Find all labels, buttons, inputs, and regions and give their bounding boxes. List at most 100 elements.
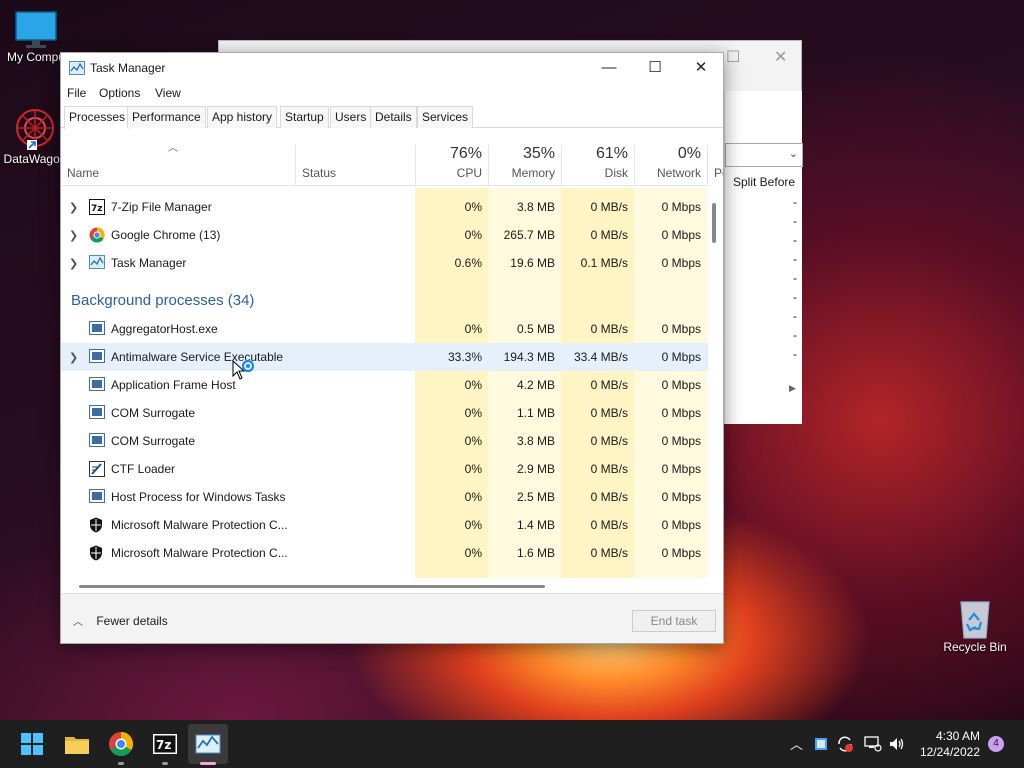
- column-header-power[interactable]: Po: [707, 145, 723, 186]
- background-window-panel: ⌄ Split Before - - - - - - - - - ▶: [724, 91, 803, 424]
- tab-bar: Processes Performance App history Startu…: [61, 106, 723, 129]
- window-app-icon: [89, 349, 105, 363]
- 7zip-running-indicator: [162, 762, 168, 765]
- task-manager-icon: [69, 61, 85, 75]
- close-button[interactable]: ✕: [681, 57, 721, 79]
- process-row[interactable]: Application Frame Host 0% 4.2 MB 0 MB/s …: [61, 371, 708, 399]
- column-header-network[interactable]: 0% Network: [634, 145, 707, 186]
- task-manager-titlebar[interactable]: Task Manager — ☐ ✕: [61, 53, 723, 83]
- process-list: ❯ 7z 7-Zip File Manager 0% 3.8 MB 0 MB/s…: [61, 188, 708, 578]
- tab-users[interactable]: Users: [330, 106, 372, 128]
- memory-total-percent: 35%: [522, 145, 555, 162]
- clock-time: 4:30 AM: [935, 729, 980, 743]
- cell-dash: -: [793, 347, 797, 361]
- process-row[interactable]: AggregatorHost.exe 0% 0.5 MB 0 MB/s 0 Mb…: [61, 315, 708, 343]
- group-header-background: Background processes (34): [71, 292, 255, 309]
- process-row[interactable]: CTF Loader 0% 2.9 MB 0 MB/s 0 Mbps: [61, 455, 708, 483]
- 7zip-icon[interactable]: 7z: [151, 730, 179, 758]
- minimize-button[interactable]: —: [589, 57, 629, 79]
- column-header-cpu[interactable]: 76% CPU: [415, 145, 488, 186]
- tray-app-icon[interactable]: [814, 737, 828, 751]
- menu-options[interactable]: Options: [99, 86, 140, 100]
- show-hidden-icons-icon[interactable]: ︿: [790, 734, 803, 753]
- cell-dash: -: [793, 309, 797, 323]
- column-header-status[interactable]: Status: [295, 145, 415, 186]
- process-row[interactable]: Host Process for Windows Tasks 0% 2.5 MB…: [61, 483, 708, 511]
- background-window-combobox[interactable]: ⌄: [725, 143, 803, 167]
- network-total-percent: 0%: [677, 145, 701, 162]
- chevron-right-icon[interactable]: ❯: [69, 201, 78, 214]
- shield-icon: [90, 545, 102, 561]
- chevron-up-icon: ︿: [73, 617, 83, 628]
- tab-startup[interactable]: Startup: [280, 106, 329, 128]
- disk-total-percent: 61%: [595, 145, 628, 162]
- clock[interactable]: 4:30 AM 12/24/2022: [920, 728, 980, 760]
- chevron-right-icon[interactable]: ❯: [69, 229, 78, 242]
- chevron-right-icon[interactable]: ❯: [69, 257, 78, 270]
- tab-services[interactable]: Services: [417, 106, 474, 128]
- maximize-button[interactable]: ☐: [635, 57, 675, 79]
- cell-dash: -: [793, 290, 797, 304]
- column-header-disk[interactable]: 61% Disk: [561, 145, 634, 186]
- process-row-chrome[interactable]: ❯ Google Chrome (13) 0% 265.7 MB 0 MB/s …: [61, 221, 708, 249]
- process-row[interactable]: COM Surrogate 0% 3.8 MB 0 MB/s 0 Mbps: [61, 427, 708, 455]
- notification-badge[interactable]: 4: [988, 736, 1004, 752]
- tab-performance[interactable]: Performance: [127, 106, 206, 128]
- window-app-icon: [89, 405, 105, 419]
- column-header-name[interactable]: Name: [61, 145, 295, 186]
- column-header-row: Name Status 76% CPU 35% Memory 61% Disk …: [61, 145, 723, 186]
- datawagon-icon: [16, 109, 54, 150]
- chrome-icon: [89, 227, 105, 243]
- network-icon[interactable]: [864, 735, 882, 753]
- task-manager-window[interactable]: Task Manager — ☐ ✕ File Options View Pro…: [60, 52, 724, 644]
- process-row[interactable]: Microsoft Malware Protection C... 0% 1.4…: [61, 511, 708, 539]
- svg-text:7z: 7z: [91, 204, 103, 214]
- recycle-bin-icon: [960, 601, 990, 639]
- task-manager-icon[interactable]: [194, 730, 222, 758]
- maximize-icon[interactable]: ☐: [726, 47, 740, 67]
- tab-processes[interactable]: Processes: [64, 106, 131, 129]
- window-app-icon: [89, 321, 105, 335]
- process-row[interactable]: Microsoft Malware Protection C... 0% 1.6…: [61, 539, 708, 567]
- fewer-details-label: Fewer details: [96, 614, 168, 628]
- svg-text:7z: 7z: [156, 738, 171, 752]
- process-row[interactable]: COM Surrogate 0% 1.1 MB 0 MB/s 0 Mbps: [61, 399, 708, 427]
- chrome-icon[interactable]: [107, 730, 135, 758]
- cell-dash: -: [793, 233, 797, 247]
- close-icon[interactable]: ✕: [774, 47, 787, 67]
- process-row-task-manager[interactable]: ❯ Task Manager 0.6% 19.6 MB 0.1 MB/s 0 M…: [61, 249, 708, 277]
- start-windows-icon[interactable]: [18, 730, 46, 758]
- end-task-button[interactable]: End task: [632, 610, 716, 632]
- tab-app-history[interactable]: App history: [207, 106, 278, 128]
- cell-dash: -: [793, 214, 797, 228]
- column-header-memory[interactable]: 35% Memory: [488, 145, 561, 186]
- mouse-cursor-icon: [232, 360, 254, 380]
- fewer-details-button[interactable]: ︿ Fewer details: [73, 613, 168, 628]
- ctf-loader-icon: [89, 461, 105, 477]
- taskbar: 7z ︿ 4:30 AM 12/24/2022 4: [0, 720, 1024, 768]
- horizontal-scrollbar-thumb[interactable]: [79, 585, 545, 588]
- 7zip-icon: 7z: [89, 199, 105, 215]
- desktop-icon-label: Recycle Bin: [943, 640, 1007, 654]
- process-row-selected[interactable]: ❯ Antimalware Service Executable 33.3% 1…: [61, 343, 708, 371]
- chevron-right-icon[interactable]: ❯: [69, 351, 78, 364]
- clock-date: 12/24/2022: [919, 745, 980, 759]
- volume-icon[interactable]: [888, 735, 906, 753]
- menu-view[interactable]: View: [155, 86, 181, 100]
- cell-dash: -: [793, 195, 797, 209]
- monitor-icon: [15, 11, 57, 48]
- cpu-total-percent: 76%: [449, 145, 482, 162]
- scroll-right-icon[interactable]: ▶: [789, 383, 796, 394]
- vertical-scrollbar-thumb[interactable]: [712, 203, 716, 243]
- task-manager-running-indicator: [200, 762, 216, 765]
- sync-error-icon[interactable]: [836, 735, 854, 753]
- cell-dash: -: [793, 271, 797, 285]
- cell-dash: -: [793, 252, 797, 266]
- process-row-7zip[interactable]: ❯ 7z 7-Zip File Manager 0% 3.8 MB 0 MB/s…: [61, 193, 708, 221]
- chevron-down-icon: ⌄: [788, 148, 798, 160]
- footer-bar: ︿ Fewer details End task: [61, 593, 723, 643]
- file-explorer-icon[interactable]: [63, 730, 91, 758]
- menu-file[interactable]: File: [67, 86, 86, 100]
- tab-details[interactable]: Details: [370, 106, 417, 128]
- desktop-icon-recycle-bin[interactable]: Recycle Bin: [940, 596, 1010, 654]
